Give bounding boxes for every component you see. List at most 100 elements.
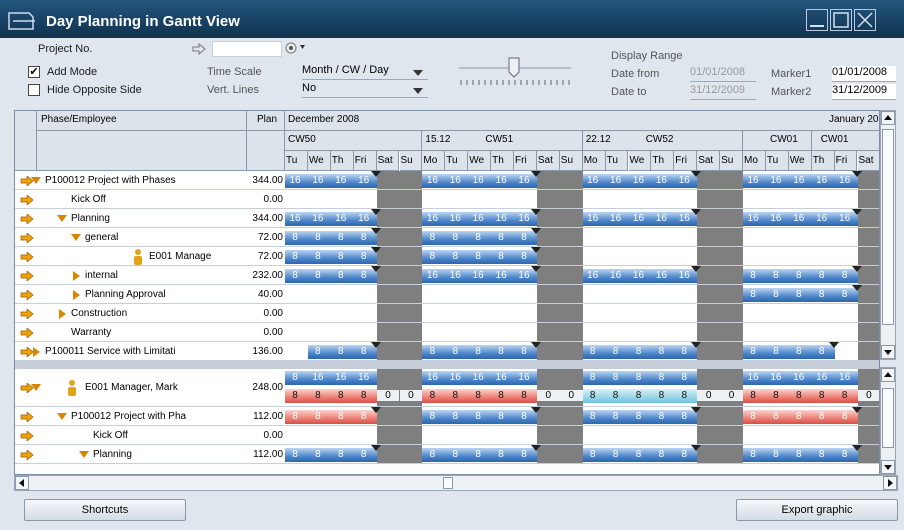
- row-label[interactable]: internal: [85, 270, 243, 281]
- gantt-bar[interactable]: 88888: [743, 288, 858, 302]
- close-button[interactable]: [854, 9, 876, 31]
- bar-end-marker[interactable]: [530, 266, 541, 272]
- gantt-bar[interactable]: 8 16 16 16: [285, 371, 377, 385]
- link-arrow-icon[interactable]: [20, 429, 34, 442]
- collapse-right-icon[interactable]: [59, 308, 66, 319]
- gantt-bar[interactable]: 88888: [743, 269, 858, 283]
- scroll-up-button[interactable]: [881, 111, 895, 125]
- bar-end-marker[interactable]: [530, 445, 541, 451]
- bar-end-marker[interactable]: [851, 209, 862, 215]
- gantt-bar[interactable]: 88888: [422, 250, 537, 264]
- link-arrow-icon[interactable]: [20, 288, 34, 301]
- choose-from-list-icon[interactable]: [285, 41, 313, 55]
- collapse-right-icon[interactable]: [33, 346, 40, 357]
- row-label[interactable]: Kick Off: [71, 194, 243, 205]
- project-no-input[interactable]: [212, 41, 282, 57]
- row-label[interactable]: general: [85, 232, 243, 243]
- scroll-right-button[interactable]: [883, 476, 897, 490]
- gantt-bar[interactable]: 88888: [422, 231, 537, 245]
- gantt-bar[interactable]: 16 16 16 16 16: [582, 269, 698, 283]
- row-label[interactable]: Planning: [93, 449, 243, 460]
- expand-down-icon[interactable]: [57, 214, 67, 222]
- row-label[interactable]: P100012 Project with Pha: [71, 411, 243, 422]
- collapse-right-icon[interactable]: [73, 270, 80, 281]
- expand-down-icon[interactable]: [79, 450, 89, 458]
- scroll-down-button[interactable]: [881, 345, 895, 359]
- bar-end-marker[interactable]: [691, 445, 702, 451]
- scroll-thumb[interactable]: [443, 477, 453, 489]
- bar-end-marker[interactable]: [851, 445, 862, 451]
- gantt-bar[interactable]: 16 16 16 16: [285, 212, 377, 226]
- scroll-up-button[interactable]: [881, 368, 895, 382]
- vert-lines-select[interactable]: No: [302, 82, 428, 98]
- gantt-bar[interactable]: 16 16 16 16: [285, 174, 377, 188]
- bar-end-marker[interactable]: [691, 266, 702, 272]
- link-arrow-icon[interactable]: [20, 250, 34, 263]
- gantt-bar[interactable]: 88888: [422, 448, 537, 462]
- row-label[interactable]: E001 Manage: [149, 251, 243, 262]
- bar-end-marker[interactable]: [370, 247, 381, 253]
- marker1-field[interactable]: 01/01/2008: [832, 66, 896, 82]
- date-to-field[interactable]: 31/12/2009: [690, 84, 756, 100]
- date-from-field[interactable]: 01/01/2008: [690, 66, 756, 82]
- chevron-down-icon[interactable]: [413, 88, 423, 94]
- link-arrow-icon[interactable]: [20, 231, 34, 244]
- bar-end-marker[interactable]: [691, 171, 702, 177]
- vertical-scrollbar-top[interactable]: [880, 110, 896, 360]
- gantt-bar[interactable]: 16 16 16 16 16: [743, 371, 858, 385]
- bar-end-marker[interactable]: [370, 445, 381, 451]
- shortcuts-button[interactable]: Shortcuts: [24, 499, 186, 521]
- link-arrow-icon[interactable]: [20, 410, 34, 423]
- bar-end-marker[interactable]: [851, 266, 862, 272]
- link-arrow-icon[interactable]: [20, 193, 34, 206]
- row-label[interactable]: Planning: [71, 213, 243, 224]
- zoom-slider[interactable]: [455, 52, 575, 92]
- bar-end-marker[interactable]: [530, 171, 541, 177]
- link-arrow-icon[interactable]: [20, 326, 34, 339]
- bar-end-marker[interactable]: [370, 266, 381, 272]
- maximize-button[interactable]: [830, 9, 852, 31]
- gantt-bar[interactable]: 88888: [422, 410, 537, 424]
- bar-end-marker[interactable]: [530, 247, 541, 253]
- collapse-right-icon[interactable]: [73, 289, 80, 300]
- gantt-bar[interactable]: 88888: [743, 448, 858, 462]
- gantt-bar[interactable]: 16 16 16 16 16: [422, 174, 537, 188]
- chevron-down-icon[interactable]: [413, 70, 423, 76]
- link-arrow-icon[interactable]: [20, 269, 34, 282]
- gantt-bar[interactable]: 88888: [422, 345, 537, 359]
- gantt-bar[interactable]: 16 16 16 16 16: [743, 174, 858, 188]
- expand-down-icon[interactable]: [31, 176, 41, 184]
- bar-end-marker[interactable]: [370, 171, 381, 177]
- gantt-bar[interactable]: 8888: [285, 250, 377, 264]
- gantt-bar[interactable]: 16 16 16 16 16: [422, 269, 537, 283]
- bar-end-marker[interactable]: [370, 407, 381, 413]
- horizontal-scrollbar[interactable]: [14, 475, 898, 491]
- bar-end-marker[interactable]: [851, 171, 862, 177]
- column-header-plan[interactable]: Plan: [247, 111, 285, 131]
- row-label[interactable]: E001 Manager, Mark: [85, 382, 243, 393]
- row-label[interactable]: Kick Off: [93, 430, 243, 441]
- bar-end-marker[interactable]: [370, 209, 381, 215]
- link-arrow-icon[interactable]: [192, 43, 206, 55]
- hide-opposite-side-checkbox[interactable]: [28, 84, 40, 96]
- gantt-bar[interactable]: 88888: [582, 345, 698, 359]
- gantt-bar[interactable]: 8888: [743, 345, 835, 359]
- bar-end-marker[interactable]: [370, 228, 381, 234]
- gantt-bar[interactable]: 8888: [285, 448, 377, 462]
- gantt-bar[interactable]: 16 16 16 16 16: [743, 212, 858, 226]
- marker2-field[interactable]: 31/12/2009: [832, 84, 896, 100]
- bar-end-marker[interactable]: [691, 209, 702, 215]
- gantt-bar[interactable]: 16 16 16 16 16: [422, 212, 537, 226]
- row-label[interactable]: P100011 Service with Limitati: [45, 346, 243, 357]
- gantt-bar[interactable]: 16 16 16 16 16: [422, 371, 537, 385]
- bar-end-marker[interactable]: [530, 407, 541, 413]
- scroll-left-button[interactable]: [15, 476, 29, 490]
- gantt-bar[interactable]: 8888: [285, 231, 377, 245]
- bar-end-marker[interactable]: [530, 342, 541, 348]
- minimize-button[interactable]: [806, 9, 828, 31]
- bar-end-marker[interactable]: [530, 228, 541, 234]
- vertical-scrollbar-bottom[interactable]: [880, 367, 896, 475]
- time-scale-select[interactable]: Month / CW / Day: [302, 64, 428, 80]
- export-graphic-button[interactable]: Export graphic: [736, 499, 898, 521]
- row-label[interactable]: Construction: [71, 308, 243, 319]
